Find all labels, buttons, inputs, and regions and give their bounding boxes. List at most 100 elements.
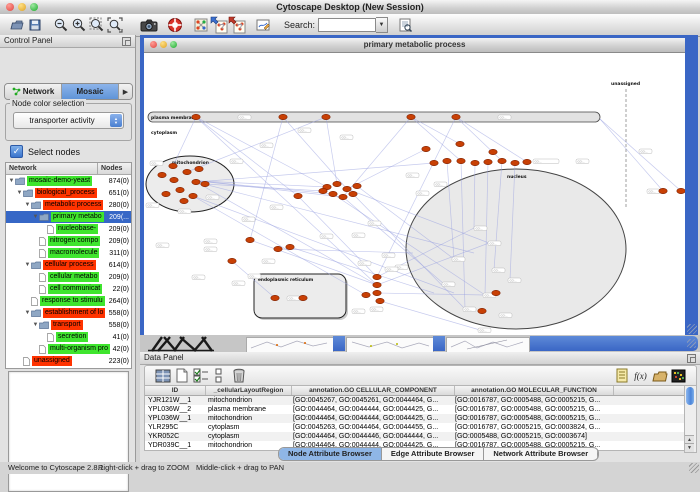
attribute-batch-icon[interactable] xyxy=(669,367,688,384)
network-node[interactable] xyxy=(478,308,486,313)
zoom-out-icon[interactable] xyxy=(52,16,70,34)
window-resize-grip[interactable] xyxy=(687,324,697,334)
open-icon[interactable] xyxy=(8,16,26,34)
background-window-1[interactable] xyxy=(246,337,334,352)
network-node[interactable] xyxy=(333,181,341,186)
float-data-panel-icon[interactable] xyxy=(687,354,696,363)
background-window-3[interactable] xyxy=(446,337,530,352)
network-node[interactable] xyxy=(158,172,166,177)
table-row-ykr052c[interactable]: YKR052Ccytoplasm[GO:0044464, GO:0044446,… xyxy=(145,432,688,441)
network-node[interactable] xyxy=(180,198,188,203)
network-node[interactable] xyxy=(373,274,381,279)
copy-view-blue-icon[interactable] xyxy=(210,16,228,34)
table-row-ypl036w__2[interactable]: YPL036W__2plasma membrane[GO:0044464, GO… xyxy=(145,405,688,414)
tree-row-metabolic-process[interactable]: ▼metabolic process280(0) xyxy=(6,199,131,211)
close-window-button[interactable] xyxy=(6,3,14,11)
tab-network[interactable]: Network xyxy=(5,84,62,99)
disclosure-triangle-icon[interactable]: ▼ xyxy=(8,178,15,184)
network-node[interactable] xyxy=(170,177,178,182)
attribute-matrix-icon[interactable] xyxy=(153,367,172,384)
disclosure-triangle-icon[interactable]: ▼ xyxy=(16,190,23,196)
network-node[interactable] xyxy=(274,246,282,251)
tree-row-cell-communicat[interactable]: cell communicat22(0) xyxy=(6,283,131,295)
network-node[interactable] xyxy=(169,163,177,168)
network-node[interactable] xyxy=(443,158,451,163)
float-panel-icon[interactable] xyxy=(122,37,131,46)
tree-row-nucleobase-[interactable]: nucleobase-209(0) xyxy=(6,223,131,235)
network-node[interactable] xyxy=(176,187,184,192)
tree-row-cellular-process[interactable]: ▼cellular process614(0) xyxy=(6,259,131,271)
tree-row-primary-metabo[interactable]: ▼primary metabo209(... xyxy=(6,211,131,223)
network-node[interactable] xyxy=(376,298,384,303)
disclosure-triangle-icon[interactable]: ▼ xyxy=(32,214,39,220)
network-node[interactable] xyxy=(407,114,415,119)
delete-attribute-icon[interactable] xyxy=(229,367,248,384)
network-node[interactable] xyxy=(498,158,506,163)
network-node[interactable] xyxy=(329,191,337,196)
tree-row-multi-organism-pro[interactable]: multi-organism pro42(0) xyxy=(6,343,131,355)
manage-network-icon[interactable] xyxy=(192,16,210,34)
network-node[interactable] xyxy=(294,193,302,198)
search-options-icon[interactable] xyxy=(396,16,414,34)
network-node[interactable] xyxy=(362,292,370,297)
network-node[interactable] xyxy=(373,290,381,295)
table-column-header[interactable]: annotation.GO MOLECULAR_FUNCTION xyxy=(455,386,614,395)
table-column-header[interactable]: annotation.GO CELLULAR_COMPONENT xyxy=(292,386,455,395)
network-node[interactable] xyxy=(484,159,492,164)
import-attributes-icon[interactable] xyxy=(650,367,669,384)
resize-grip-icon[interactable] xyxy=(687,339,696,348)
tree-col-network[interactable]: Network xyxy=(6,163,98,174)
network-node[interactable] xyxy=(373,282,381,287)
minimize-window-button[interactable] xyxy=(18,3,26,11)
network-node[interactable] xyxy=(201,181,209,186)
tab-overflow-arrow[interactable]: ▶ xyxy=(119,84,132,99)
new-attribute-icon[interactable] xyxy=(172,367,191,384)
notes-icon[interactable] xyxy=(612,367,631,384)
table-column-header[interactable]: ID xyxy=(145,386,206,395)
disclosure-triangle-icon[interactable]: ▼ xyxy=(24,310,31,316)
tab-node-attribute-browser[interactable]: Node Attribute Browser xyxy=(279,448,382,460)
tree-row-biological-process[interactable]: ▼biological_process651(0) xyxy=(6,187,131,199)
tree-row-transport[interactable]: ▼transport558(0) xyxy=(6,319,131,331)
network-node[interactable] xyxy=(659,188,667,193)
network-node[interactable] xyxy=(279,114,287,119)
tab-mosaic[interactable]: Mosaic xyxy=(62,84,119,99)
network-node[interactable] xyxy=(492,290,500,295)
network-node[interactable] xyxy=(228,258,236,263)
unselect-attributes-icon[interactable] xyxy=(210,367,229,384)
disclosure-triangle-icon[interactable]: ▼ xyxy=(24,262,31,268)
network-node[interactable] xyxy=(430,160,438,165)
search-dropdown-arrow[interactable]: ▼ xyxy=(376,17,388,33)
select-attributes-icon[interactable] xyxy=(191,367,210,384)
table-column-filler[interactable] xyxy=(614,386,685,395)
network-node[interactable] xyxy=(195,166,203,171)
network-node[interactable] xyxy=(189,193,197,198)
select-nodes-checkbox[interactable]: ✓ xyxy=(10,145,23,158)
copy-view-red-icon[interactable] xyxy=(228,16,246,34)
zoom-view-button[interactable] xyxy=(170,41,177,48)
network-node[interactable] xyxy=(322,114,330,119)
network-node[interactable] xyxy=(353,183,361,188)
zoom-selected-icon[interactable] xyxy=(88,16,106,34)
disclosure-triangle-icon[interactable]: ▼ xyxy=(32,322,39,328)
table-row-yjr121w__1[interactable]: YJR121W__1mitochondrion[GO:0045267, GO:0… xyxy=(145,396,688,405)
network-node[interactable] xyxy=(192,179,200,184)
zoom-window-button[interactable] xyxy=(30,3,38,11)
function-builder-icon[interactable]: f(x) xyxy=(631,367,650,384)
tab-edge-attribute-browser[interactable]: Edge Attribute Browser xyxy=(382,448,484,460)
network-node[interactable] xyxy=(246,237,254,242)
network-node[interactable] xyxy=(471,160,479,165)
tree-row-macromolecule[interactable]: macromolecule311(0) xyxy=(6,247,131,259)
minimize-view-button[interactable] xyxy=(160,41,167,48)
network-node[interactable] xyxy=(339,194,347,199)
help-icon[interactable] xyxy=(166,16,184,34)
close-view-button[interactable] xyxy=(150,41,157,48)
zoom-fit-icon[interactable] xyxy=(106,16,124,34)
table-column-header[interactable]: _cellularLayoutRegion xyxy=(206,386,292,395)
network-window-titlebar[interactable]: primary metabolic process xyxy=(144,38,685,53)
network-node[interactable] xyxy=(319,188,327,193)
tree-row-response-to-stimulu[interactable]: response to stimulu264(0) xyxy=(6,295,131,307)
tree-col-nodes[interactable]: Nodes xyxy=(98,163,131,174)
save-icon[interactable] xyxy=(26,16,44,34)
table-scrollbar-thumb[interactable] xyxy=(686,387,694,405)
